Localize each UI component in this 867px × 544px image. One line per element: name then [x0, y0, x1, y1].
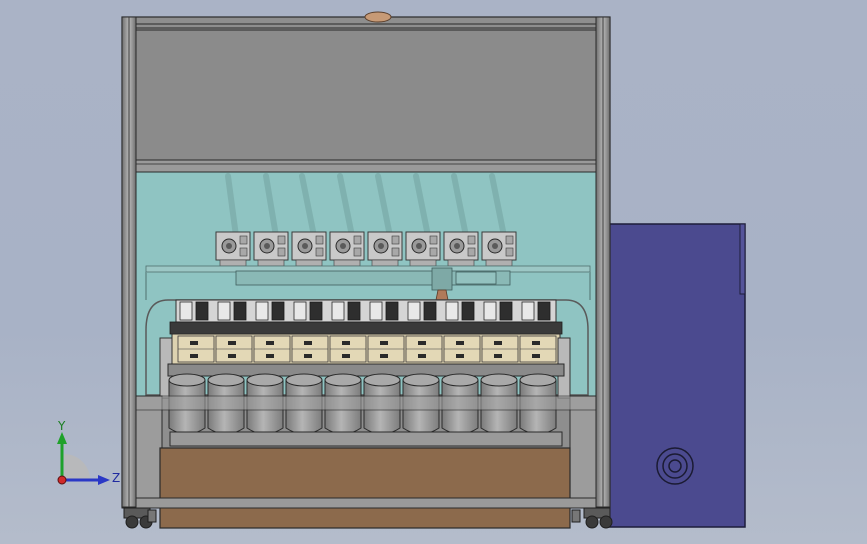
machine-drawing	[121, 11, 746, 529]
side-cabinet	[608, 223, 746, 528]
cup-label	[443, 335, 481, 363]
cup-label	[405, 335, 443, 363]
axis-z-label: Z	[112, 471, 120, 485]
cup-label	[519, 335, 557, 363]
nozzle-head	[481, 231, 517, 267]
nozzle-head	[291, 231, 327, 267]
cup-label	[291, 335, 329, 363]
top-panel	[135, 29, 597, 161]
base-tank	[159, 447, 571, 529]
cup-label	[329, 335, 367, 363]
nozzle-head	[367, 231, 403, 267]
cup-label	[177, 335, 215, 363]
top-knob	[364, 11, 392, 23]
cup-label	[481, 335, 519, 363]
cup-label	[253, 335, 291, 363]
axis-triad: Y Z	[57, 420, 120, 485]
cup-label	[215, 335, 253, 363]
nozzle-head	[405, 231, 441, 267]
nozzle-head	[215, 231, 251, 267]
nozzle-head	[329, 231, 365, 267]
axis-y-label: Y	[57, 420, 66, 433]
cup-conveyor	[145, 299, 589, 447]
nozzle-head	[443, 231, 479, 267]
nozzle-head	[253, 231, 289, 267]
cup-label	[367, 335, 405, 363]
